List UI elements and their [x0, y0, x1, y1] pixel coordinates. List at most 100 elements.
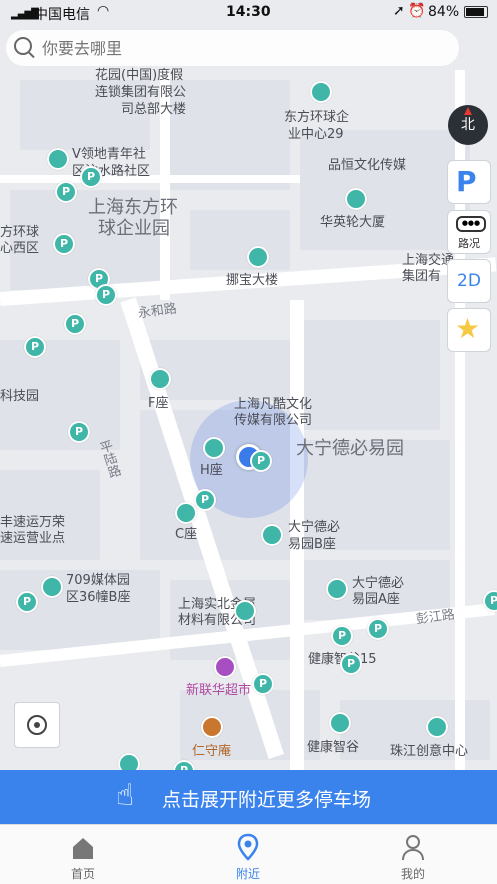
supermarket-icon[interactable]	[214, 656, 236, 678]
parking-icon[interactable]: P	[24, 336, 46, 358]
tap-hand-icon: ☝	[116, 778, 135, 813]
parking-icon[interactable]: P	[95, 284, 117, 306]
parking-icon[interactable]: P	[16, 591, 38, 613]
map-label: 司总部大楼	[121, 102, 187, 117]
clock: 14:30	[226, 4, 271, 20]
parking-icon[interactable]: P	[53, 233, 75, 255]
poi-icon[interactable]	[247, 246, 269, 268]
parking-icon[interactable]: P	[340, 653, 362, 675]
parking-icon[interactable]: P	[331, 625, 353, 647]
location-pin-icon	[236, 833, 260, 861]
traffic-label: 路况	[458, 237, 480, 250]
map-label: 心西区	[0, 241, 40, 256]
compass-needle-icon	[464, 107, 472, 115]
poi-icon[interactable]	[203, 437, 225, 459]
poi-icon[interactable]	[149, 368, 171, 390]
poi-icon[interactable]	[41, 576, 63, 598]
parking-icon[interactable]: P	[252, 673, 274, 695]
star-icon: ★	[455, 312, 481, 345]
parking-icon[interactable]: P	[173, 760, 195, 770]
map-label: 东方环球企	[284, 110, 350, 125]
poi-icon[interactable]	[175, 502, 197, 524]
map-view[interactable]: 花园(中国)度假 连锁集团有限公 司总部大楼 东方环球企 业中心29 V领地青年…	[0, 0, 497, 770]
user-icon	[401, 833, 425, 861]
traffic-button[interactable]: ●●● 路况	[447, 210, 491, 254]
map-label: 大宁德必易园	[296, 438, 404, 459]
map-label: 易园A座	[352, 592, 400, 607]
map-label: 新联华超市	[186, 683, 252, 698]
2d-mode-button[interactable]: 2D	[447, 259, 491, 303]
parking-icon[interactable]: P	[64, 313, 86, 335]
compass-icon: 北	[461, 117, 475, 133]
map-label: 连锁集团有限公	[95, 85, 187, 100]
parking-icon[interactable]: P	[194, 489, 216, 511]
map-label: 球企业园	[98, 218, 170, 239]
location-arrow-icon: ➚	[393, 3, 405, 19]
tab-label: 附近	[235, 867, 260, 881]
parking-layer-button[interactable]: P	[447, 160, 491, 204]
tab-home[interactable]: 首页	[43, 825, 123, 884]
map-label: F座	[148, 396, 169, 411]
map-label: 上海凡酷文化	[234, 397, 313, 412]
map-label: 大宁德必	[352, 576, 405, 591]
map-label: 华英轮大厦	[320, 215, 386, 230]
parking-icon[interactable]: P	[55, 181, 77, 203]
parking-icon[interactable]: P	[367, 618, 389, 640]
alarm-icon: ⏰	[408, 3, 426, 19]
map-label: 集团有	[402, 269, 442, 284]
map-label: 业中心29	[288, 127, 344, 142]
map-label: 挪宝大楼	[226, 273, 279, 288]
map-label: C座	[175, 527, 198, 542]
carrier-label: 中国电信	[34, 7, 90, 23]
search-input[interactable]	[40, 35, 444, 61]
locate-icon-dot	[34, 722, 40, 728]
temple-icon[interactable]	[201, 716, 223, 738]
parking-icon[interactable]: P	[68, 421, 90, 443]
poi-icon[interactable]	[234, 600, 256, 622]
nearby-parking-banner[interactable]: ☝ 点击展开附近更多停车场	[0, 770, 497, 824]
map-label: 仁守庵	[192, 744, 232, 759]
map-label: 花园(中国)度假	[95, 68, 184, 83]
map-label: 传媒有限公司	[234, 413, 313, 428]
2d-mode-label: 2D	[457, 271, 481, 291]
parking-icon[interactable]: P	[80, 166, 102, 188]
poi-icon[interactable]	[329, 712, 351, 734]
tab-label: 首页	[70, 867, 95, 881]
battery-icon	[464, 6, 488, 18]
poi-icon[interactable]	[326, 578, 348, 600]
map-label: H座	[200, 463, 223, 478]
poi-icon[interactable]	[118, 753, 140, 770]
poi-icon[interactable]	[310, 81, 332, 103]
map-label: 大宁德必	[288, 520, 341, 535]
tab-nearby[interactable]: 附近	[208, 825, 288, 884]
poi-icon[interactable]	[345, 188, 367, 210]
home-icon	[70, 835, 96, 861]
map-label: 品恒文化传媒	[328, 158, 407, 173]
poi-icon[interactable]	[47, 148, 69, 170]
map-label: 科技园	[0, 389, 40, 404]
map-label: 珠江创意中心	[390, 744, 469, 759]
map-label: 方环球	[0, 225, 40, 240]
parking-layer-icon: P	[456, 165, 477, 198]
search-bar[interactable]	[6, 30, 459, 66]
traffic-icon: ●●●	[456, 216, 486, 232]
map-label: 健康智谷	[307, 740, 360, 755]
battery-percent: 84%	[428, 4, 460, 20]
map-label: 区36幢B座	[66, 590, 131, 605]
poi-icon[interactable]	[261, 524, 283, 546]
map-label: 709媒体园	[66, 573, 130, 588]
status-bar: ▂▄▆█ 中国电信 ◠ 14:30 ➚ ⏰ 84%	[0, 0, 497, 28]
tab-bar: 首页 附近 我的	[0, 824, 497, 884]
locate-button[interactable]	[14, 702, 60, 748]
road-label: 永和路	[137, 301, 178, 322]
map-label: 易园B座	[288, 537, 336, 552]
parking-icon[interactable]: P	[250, 450, 272, 472]
compass-button[interactable]: 北	[448, 105, 488, 145]
map-label: 速运营业点	[0, 531, 66, 546]
tab-label: 我的	[400, 867, 425, 881]
banner-text: 点击展开附近更多停车场	[162, 789, 372, 811]
tab-profile[interactable]: 我的	[373, 825, 453, 884]
favorites-button[interactable]: ★	[447, 308, 491, 352]
map-label: 上海东方环	[88, 197, 178, 218]
poi-icon[interactable]	[426, 716, 448, 738]
